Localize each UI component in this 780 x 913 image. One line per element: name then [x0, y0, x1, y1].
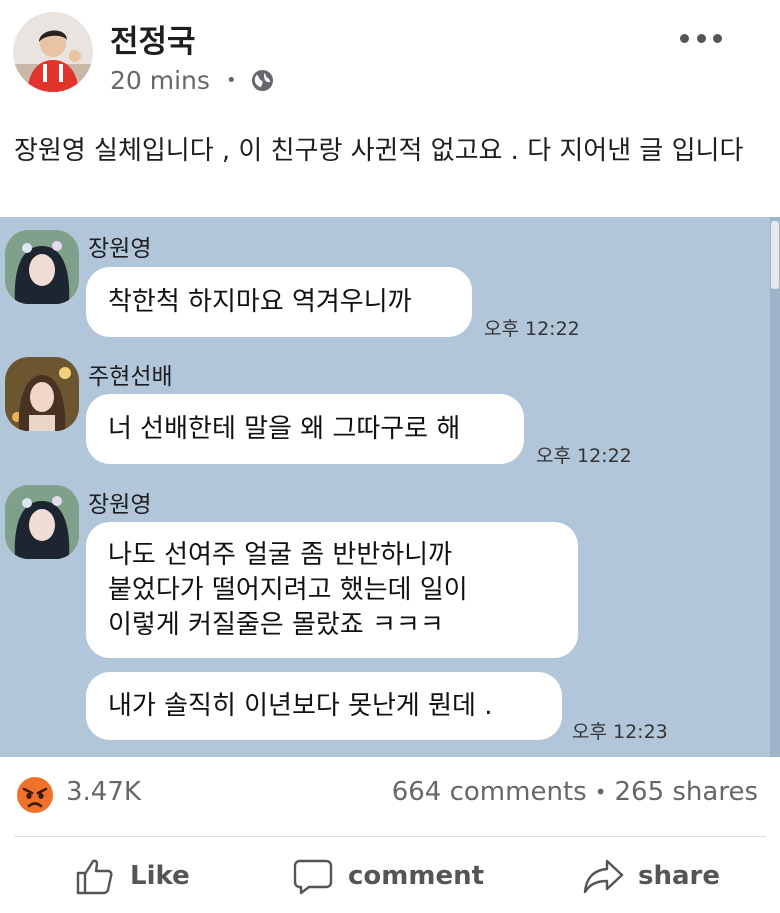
post-stats: 3.47K 664 comments • 265 shares — [0, 757, 780, 835]
post-time[interactable]: 20 mins — [110, 66, 210, 95]
action-bar: Like comment share — [0, 838, 780, 913]
comments-count[interactable]: 664 comments — [392, 777, 587, 807]
thumbs-up-icon — [76, 859, 113, 895]
chat-screenshot: 장원영 착한척 하지마요 역겨우니까 오후 12:22 주현선배 너 선배한테 … — [0, 217, 780, 757]
sender-avatar — [5, 230, 79, 304]
scrollbar-thumb[interactable] — [771, 221, 779, 289]
more-options-icon[interactable] — [680, 26, 722, 50]
scrollbar[interactable] — [770, 217, 780, 757]
angry-emoji-icon[interactable] — [16, 776, 54, 814]
post-text: 장원영 실체입니다 , 이 친구랑 사귄적 없고요 . 다 지어낸 글 입니다 — [14, 136, 744, 166]
like-label: Like — [130, 861, 190, 891]
globe-icon — [251, 69, 273, 91]
message-time: 오후 12:23 — [572, 721, 668, 743]
message-text: 너 선배한테 말을 왜 그따구로 해 — [108, 413, 461, 444]
message-bubble: 내가 솔직히 이년보다 못난게 뭔데 . — [86, 672, 562, 740]
dot — [696, 33, 706, 43]
stats-separator: • — [594, 780, 607, 804]
sender-avatar — [5, 485, 79, 559]
message-bubble: 나도 선여주 얼굴 좀 반반하니까 붙었다가 떨어지려고 했는데 일이 이렇게 … — [86, 522, 578, 658]
comment-button[interactable]: comment — [292, 854, 484, 898]
share-arrow-icon — [583, 859, 624, 894]
sender-name: 장원영 — [88, 236, 152, 262]
stats-summary: 664 comments • 265 shares — [392, 777, 758, 807]
message-time: 오후 12:22 — [536, 445, 632, 467]
meta-separator: • — [225, 69, 237, 91]
message-text: 내가 솔직히 이년보다 못난게 뭔데 . — [108, 690, 493, 721]
message-bubble: 너 선배한테 말을 왜 그따구로 해 — [86, 394, 524, 464]
author-avatar[interactable] — [13, 12, 93, 92]
share-button[interactable]: share — [582, 854, 720, 898]
dot — [713, 33, 722, 43]
sender-name: 주현선배 — [88, 364, 173, 390]
author-name[interactable]: 전정국 — [110, 16, 196, 61]
sender-avatar — [5, 357, 79, 431]
divider — [14, 836, 766, 837]
reaction-count[interactable]: 3.47K — [66, 777, 141, 807]
dot — [680, 33, 689, 43]
message-text: 착한척 하지마요 역겨우니까 — [108, 286, 412, 317]
message-text: 붙었다가 떨어지려고 했는데 일이 — [108, 575, 468, 605]
message-text: 나도 선여주 얼굴 좀 반반하니까 — [108, 540, 453, 570]
message-time: 오후 12:22 — [484, 318, 580, 340]
message-text: 이렇게 커질줄은 몰랐죠 ㅋㅋㅋ — [108, 610, 444, 640]
shares-count[interactable]: 265 shares — [614, 777, 758, 807]
sender-name: 장원영 — [88, 492, 152, 518]
share-label: share — [638, 861, 720, 891]
like-button[interactable]: Like — [74, 854, 190, 898]
comment-bubble-icon — [293, 859, 333, 895]
post-header: 전정국 20 mins • — [0, 0, 780, 110]
message-bubble: 착한척 하지마요 역겨우니까 — [86, 267, 472, 337]
post-meta: 20 mins • — [110, 64, 274, 96]
comment-label: comment — [348, 861, 485, 891]
